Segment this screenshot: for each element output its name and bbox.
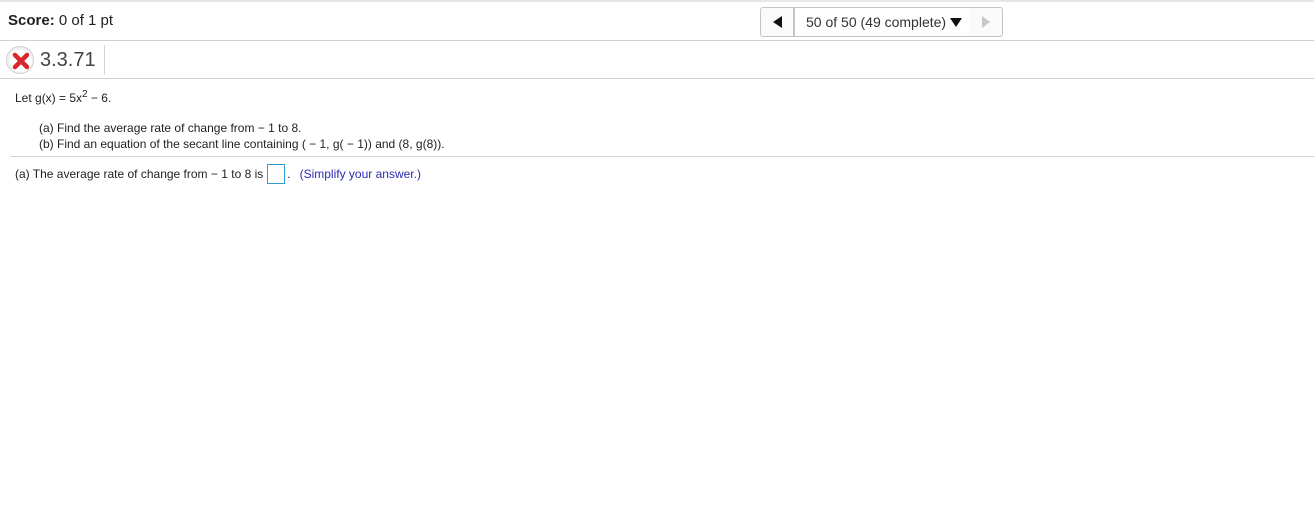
score-bar: Score: 0 of 1 pt 50 of 50 (49 complete) xyxy=(0,2,1314,41)
question-progress-label: 50 of 50 (49 complete) xyxy=(806,14,947,30)
incorrect-x-icon xyxy=(6,46,34,74)
question-navigator: 50 of 50 (49 complete) xyxy=(760,7,1003,37)
function-text-end: − 6. xyxy=(87,91,112,105)
triangle-right-icon xyxy=(981,16,990,28)
next-question-button[interactable] xyxy=(969,7,1003,37)
question-header: 3.3.71 xyxy=(0,41,1314,79)
header-divider xyxy=(104,45,105,75)
score-value: 0 of 1 pt xyxy=(58,12,114,29)
previous-question-button[interactable] xyxy=(760,7,794,37)
problem-statement: Let g(x) = 5x2 − 6. xyxy=(15,89,111,105)
section-divider xyxy=(10,156,1314,157)
answer-prompt: (a) The average rate of change from − 1 … xyxy=(15,167,264,181)
problem-parts: (a) Find the average rate of change from… xyxy=(39,120,445,152)
answer-period: . xyxy=(287,167,291,181)
answer-line: (a) The average rate of change from − 1 … xyxy=(15,163,421,185)
answer-input[interactable] xyxy=(267,164,286,184)
caret-down-icon xyxy=(950,17,963,27)
score-text: Score: 0 of 1 pt xyxy=(8,12,113,29)
simplify-hint: (Simplify your answer.) xyxy=(299,167,421,181)
question-select-dropdown[interactable]: 50 of 50 (49 complete) xyxy=(794,7,969,37)
score-label: Score: xyxy=(8,12,55,29)
part-b-text: (b) Find an equation of the secant line … xyxy=(39,137,445,151)
triangle-left-icon xyxy=(772,16,782,28)
part-a-text: (a) Find the average rate of change from… xyxy=(39,121,302,135)
function-text: Let g(x) = 5x xyxy=(15,91,83,105)
question-number: 3.3.71 xyxy=(40,49,96,71)
